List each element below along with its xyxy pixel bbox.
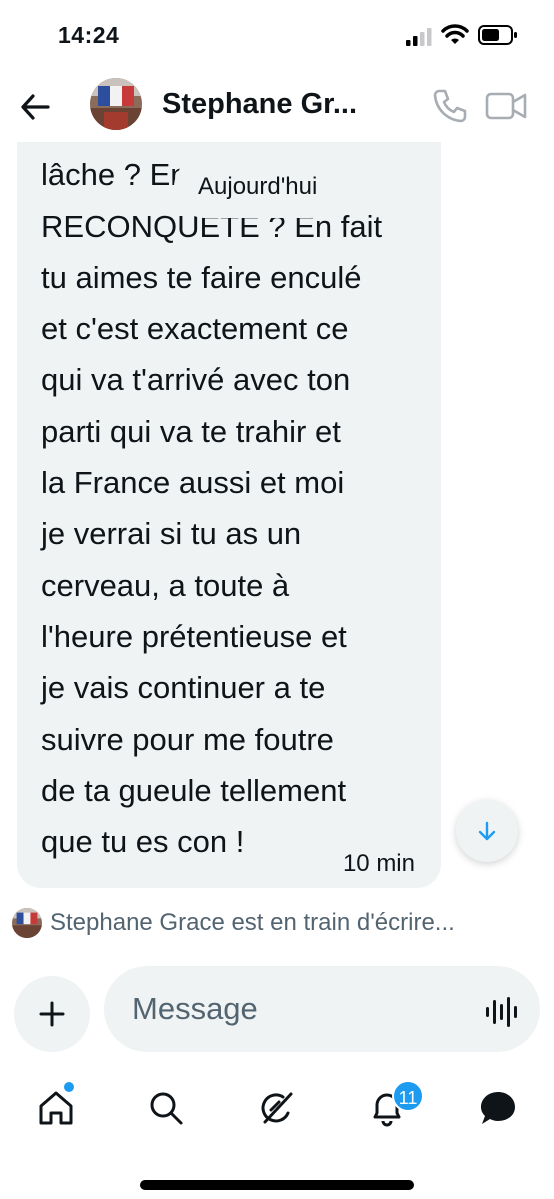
waveform-icon[interactable]: [484, 996, 520, 1028]
tab-grok[interactable]: [255, 1086, 299, 1130]
typing-text: Stephane Grace est en train d'écrire...: [50, 909, 455, 936]
tab-search[interactable]: [144, 1086, 188, 1130]
tab-messages[interactable]: [476, 1086, 520, 1130]
home-indicator: [140, 1180, 414, 1190]
message-text: pourquoi elle les lâche ? En fait RECONQ…: [41, 157, 383, 860]
search-icon: [150, 1092, 183, 1125]
message-placeholder: Message: [132, 991, 258, 1026]
message-composer: Message: [0, 964, 554, 1054]
phone-icon[interactable]: [430, 86, 470, 126]
status-time: 14:24: [58, 22, 120, 48]
messages-icon: [481, 1092, 515, 1124]
plus-icon: [39, 1001, 65, 1027]
tab-bar: 11: [0, 1076, 554, 1146]
date-separator: Aujourd'hui: [182, 164, 334, 210]
notification-count-badge: 11: [392, 1080, 424, 1112]
chat-area[interactable]: pourquoi elle les lâche ? En fait RECONQ…: [0, 142, 554, 894]
signal-icon: [406, 28, 432, 46]
add-media-button[interactable]: [14, 976, 90, 1052]
home-icon: [39, 1091, 73, 1125]
back-button[interactable]: [14, 86, 56, 128]
wifi-icon: [441, 24, 469, 44]
video-camera-icon[interactable]: [484, 88, 528, 124]
status-bar: 14:24: [0, 0, 554, 72]
contact-name[interactable]: Stephane Gr...: [162, 88, 357, 121]
arrow-down-icon: [478, 821, 496, 841]
message-timestamp: 10 min: [342, 850, 415, 877]
message-bubble[interactable]: pourquoi elle les lâche ? En fait RECONQ…: [17, 142, 441, 888]
typing-indicator: Stephane Grace est en train d'écrire...: [12, 906, 552, 940]
typing-avatar: [12, 908, 42, 938]
tab-home[interactable]: [34, 1086, 78, 1130]
home-notification-dot: [64, 1082, 74, 1092]
battery-icon: [478, 25, 517, 45]
message-input[interactable]: Message: [104, 966, 540, 1052]
scroll-to-bottom-button[interactable]: [456, 800, 518, 862]
arrow-left-icon: [21, 94, 50, 120]
avatar-image: [90, 78, 142, 130]
contact-avatar[interactable]: [90, 78, 142, 130]
grok-icon: [261, 1092, 293, 1124]
conversation-header: Stephane Gr...: [0, 72, 554, 142]
